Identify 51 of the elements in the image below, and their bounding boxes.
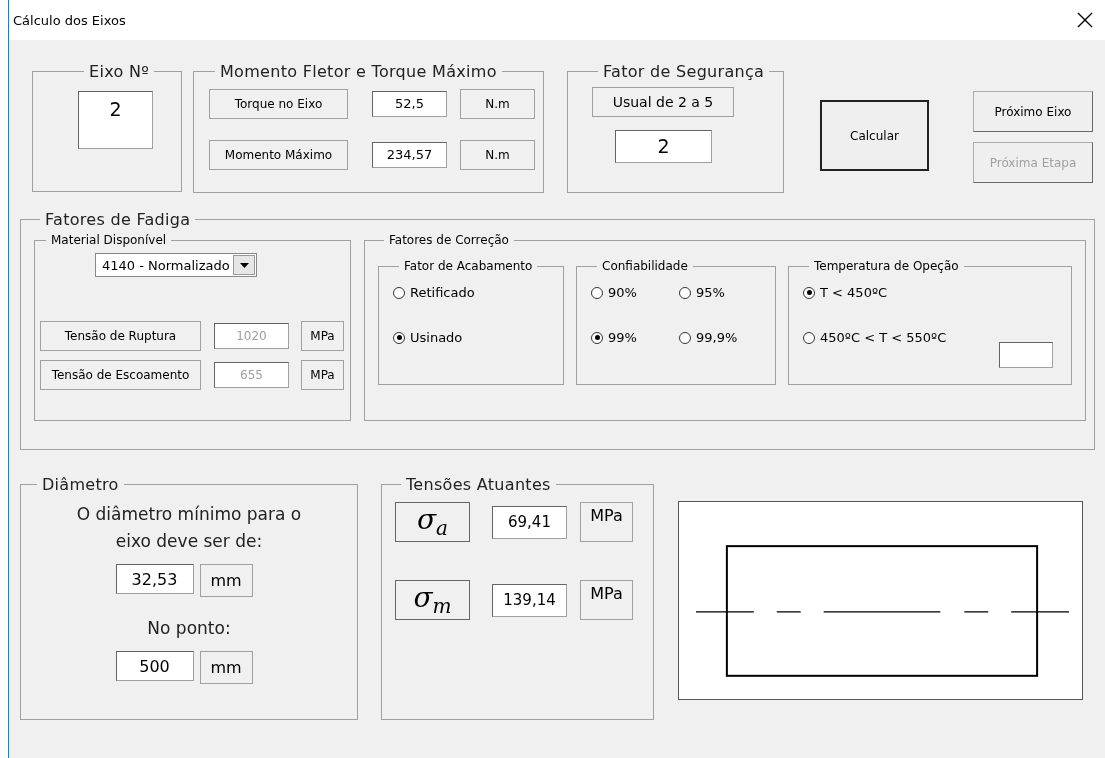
input-field[interactable] xyxy=(999,342,1053,368)
group-title: Tensões Atuantes xyxy=(405,475,552,494)
input-field[interactable]: 500 xyxy=(115,651,194,681)
group-title: Fatores de Correção xyxy=(388,233,510,247)
unit-label: MPa xyxy=(580,502,633,542)
radio-option[interactable]: 99,9% xyxy=(679,330,767,345)
field-label: Torque no Eixo xyxy=(209,89,348,119)
group-title: Fator de Acabamento xyxy=(403,259,534,273)
radio-option[interactable]: 90% xyxy=(591,285,679,300)
group-title: Fator de Segurança xyxy=(602,62,766,81)
input-field[interactable]: 2 xyxy=(615,130,712,163)
unit-label: N.m xyxy=(460,140,535,170)
radio-option[interactable]: 450ºC < T < 550ºC xyxy=(803,330,1063,345)
unit-label: MPa xyxy=(580,580,633,620)
calculate-button[interactable]: Calcular xyxy=(820,100,929,171)
group-title: Eixo Nº xyxy=(88,62,150,81)
group-title: Fatores de Fadiga xyxy=(44,210,192,229)
input-field[interactable]: 69,41 xyxy=(492,505,567,539)
radio-option[interactable]: 99% xyxy=(591,330,679,345)
radio-option[interactable]: Usinado xyxy=(393,330,555,345)
radio-option[interactable]: 95% xyxy=(679,285,767,300)
hint-label: Usual de 2 a 5 xyxy=(592,87,734,117)
group-title: Confiabilidade xyxy=(601,259,689,273)
group-title: Diâmetro xyxy=(41,475,120,494)
symbol-label: σ$_{a}$ xyxy=(416,506,449,538)
input-field[interactable]: 32,53 xyxy=(115,564,194,594)
unit-label: MPa xyxy=(301,321,344,351)
close-button[interactable] xyxy=(1075,10,1095,30)
symbol-label: σ$_{m}$ xyxy=(413,584,452,616)
field-label: Tensão de Escoamento xyxy=(40,360,201,390)
input-field[interactable]: 234,57 xyxy=(372,142,447,168)
input-field[interactable]: 139,14 xyxy=(492,583,567,617)
window-title: Cálculo dos Eixos xyxy=(13,12,126,28)
radio-option[interactable]: T < 450ºC xyxy=(803,285,1063,300)
point-label: No ponto: xyxy=(146,617,232,640)
result-text: O diâmetro mínimo para o eixo deve ser de: xyxy=(75,503,303,553)
group-title: Material Disponível xyxy=(50,233,168,247)
input-field[interactable]: 52,5 xyxy=(372,91,447,117)
unit-label: MPa xyxy=(301,360,344,390)
unit-label: mm xyxy=(199,651,253,684)
unit-label: N.m xyxy=(460,89,535,119)
radio-option[interactable]: Retificado xyxy=(393,285,555,300)
group-title: Momento Fletor e Torque Máximo xyxy=(219,62,498,81)
nav-button[interactable]: Próximo Eixo xyxy=(973,91,1093,132)
caret-icon xyxy=(239,262,249,268)
unit-label: mm xyxy=(199,564,253,597)
field-label: Tensão de Ruptura xyxy=(40,321,201,351)
input-field[interactable]: 2 xyxy=(78,91,153,149)
field-label: Momento Máximo xyxy=(209,140,348,170)
group-title: Temperatura de Opeção xyxy=(813,259,960,273)
material-dropdown[interactable]: 4140 - Normalizado xyxy=(95,253,257,277)
